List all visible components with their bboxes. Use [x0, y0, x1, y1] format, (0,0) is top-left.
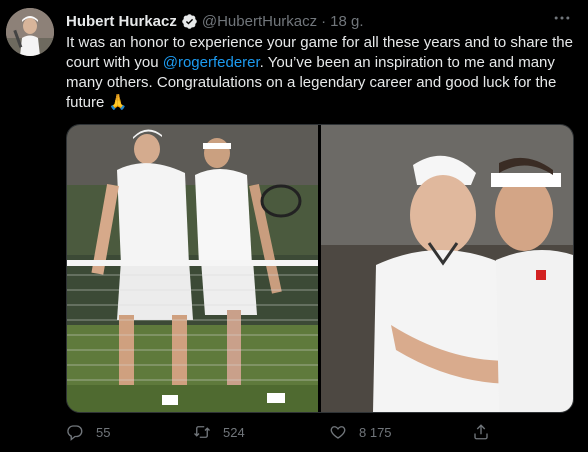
- tweet-timestamp[interactable]: 18 g.: [330, 13, 363, 30]
- author-avatar[interactable]: [6, 8, 54, 56]
- tweet-actions-bar: 55 524 8 175: [66, 420, 566, 444]
- reply-button[interactable]: 55: [66, 420, 110, 444]
- tweet-text: It was an honor to experience your game …: [66, 33, 578, 113]
- folded-hands-emoji: 🙏: [108, 94, 128, 111]
- more-options-icon[interactable]: [550, 8, 574, 28]
- photo-players-at-net[interactable]: [67, 125, 318, 412]
- reply-icon: [67, 425, 83, 441]
- share-icon: [474, 424, 488, 440]
- heart-icon: [330, 426, 346, 439]
- author-handle[interactable]: @HubertHurkacz: [202, 13, 317, 30]
- share-button[interactable]: [472, 420, 502, 444]
- like-button[interactable]: 8 175: [329, 420, 392, 444]
- like-count: 8 175: [359, 424, 392, 440]
- retweet-count: 524: [223, 424, 245, 440]
- retweet-button[interactable]: 524: [193, 420, 245, 444]
- photo-players-embrace[interactable]: [321, 125, 573, 412]
- retweet-icon: [194, 426, 210, 438]
- verified-badge-icon: [181, 13, 198, 30]
- author-name[interactable]: Hubert Hurkacz: [66, 13, 177, 30]
- mention-link[interactable]: @rogerfederer: [163, 54, 260, 71]
- reply-count: 55: [96, 424, 111, 440]
- tweet-header: Hubert Hurkacz @HubertHurkacz · 18 g.: [66, 10, 574, 32]
- tweet-media: [66, 124, 574, 413]
- separator-dot: ·: [321, 12, 327, 30]
